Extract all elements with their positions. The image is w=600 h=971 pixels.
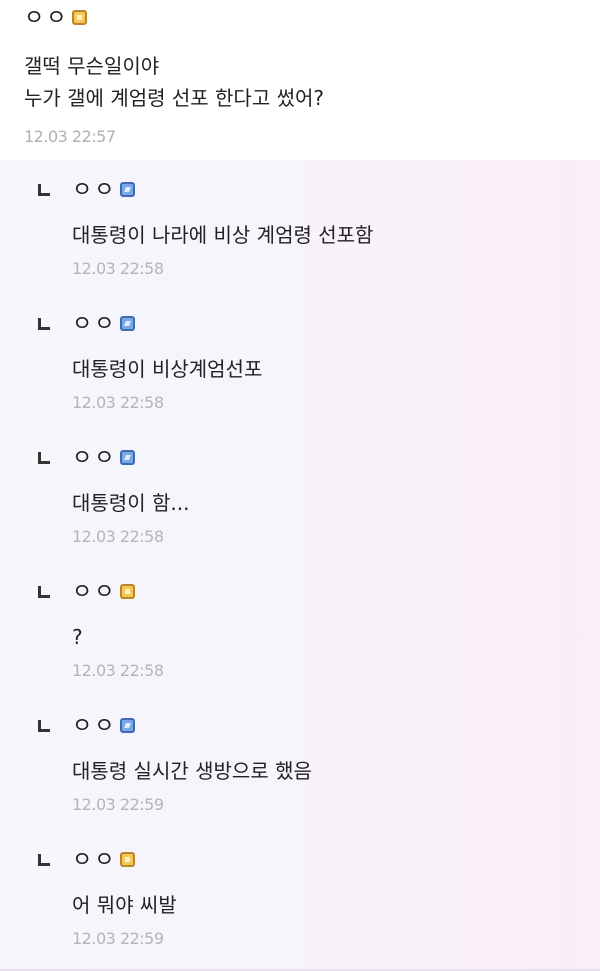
gold-nickname-icon [72,9,88,25]
nickname[interactable]: ㅇㅇ [72,850,116,872]
reply-item: ㅇㅇ 대통령이 비상계엄선포 12.03 22:58 [0,294,600,428]
timestamp: 12.03 22:58 [72,259,164,278]
reply-body: 대통령 실시간 생방으로 했음 [72,759,312,783]
reply-body: 대통령이 비상계엄선포 [72,357,263,381]
reply-body: ? [72,625,83,649]
nickname[interactable]: ㅇㅇ [72,716,116,738]
reply-arrow-icon [38,452,50,464]
reply-item: ㅇㅇ ? 12.03 22:58 [0,562,600,696]
reply-body: 어 뭐야 씨발 [72,893,177,917]
reply-author[interactable]: ㅇㅇ [72,448,136,470]
reply-arrow-icon [38,318,50,330]
nickname[interactable]: ㅇㅇ [72,582,116,604]
reply-author[interactable]: ㅇㅇ [72,314,136,336]
reply-arrow-icon [38,184,50,196]
nickname[interactable]: ㅇㅇ [72,180,116,202]
reply-list: ㅇㅇ 대통령이 나라에 비상 계엄령 선포함 12.03 22:58 ㅇㅇ 대통… [0,160,600,971]
reply-item: ㅇㅇ 대통령이 나라에 비상 계엄령 선포함 12.03 22:58 [0,160,600,294]
reply-author[interactable]: ㅇㅇ [72,716,136,738]
gold-nickname-icon [120,851,136,867]
blue-nickname-icon [120,181,136,197]
reply-author[interactable]: ㅇㅇ [72,582,136,604]
main-comment-body: 갤떡 무슨일이야 누가 갤에 계엄령 선포 한다고 썼어? [24,50,324,114]
nickname[interactable]: ㅇㅇ [72,448,116,470]
main-comment-line: 갤떡 무슨일이야 [24,54,160,78]
reply-arrow-icon [38,720,50,732]
timestamp: 12.03 22:58 [72,527,164,546]
blue-nickname-icon [120,717,136,733]
reply-item: ㅇㅇ 대통령이 함... 12.03 22:58 [0,428,600,562]
timestamp: 12.03 22:57 [24,127,116,146]
reply-item: ㅇㅇ 어 뭐야 씨발 12.03 22:59 [0,830,600,964]
timestamp: 12.03 22:58 [72,661,164,680]
reply-arrow-icon [38,586,50,598]
timestamp: 12.03 22:59 [72,929,164,948]
comment-thread: ㅇㅇ 갤떡 무슨일이야 누가 갤에 계엄령 선포 한다고 썼어? 12.03 2… [0,0,600,971]
timestamp: 12.03 22:59 [72,795,164,814]
reply-author[interactable]: ㅇㅇ [72,180,136,202]
reply-body: 대통령이 나라에 비상 계엄령 선포함 [72,223,374,247]
gold-nickname-icon [120,583,136,599]
main-comment-line: 누가 갤에 계엄령 선포 한다고 썼어? [24,86,325,110]
nickname[interactable]: ㅇㅇ [72,314,116,336]
reply-body: 대통령이 함... [72,491,190,515]
reply-author[interactable]: ㅇㅇ [72,850,136,872]
blue-nickname-icon [120,449,136,465]
nickname[interactable]: ㅇㅇ [24,8,68,30]
blue-nickname-icon [120,315,136,331]
reply-item: ㅇㅇ 대통령 실시간 생방으로 했음 12.03 22:59 [0,696,600,830]
main-comment-author[interactable]: ㅇㅇ [24,8,88,30]
timestamp: 12.03 22:58 [72,393,164,412]
reply-arrow-icon [38,854,50,866]
main-comment: ㅇㅇ 갤떡 무슨일이야 누가 갤에 계엄령 선포 한다고 썼어? 12.03 2… [0,0,600,160]
